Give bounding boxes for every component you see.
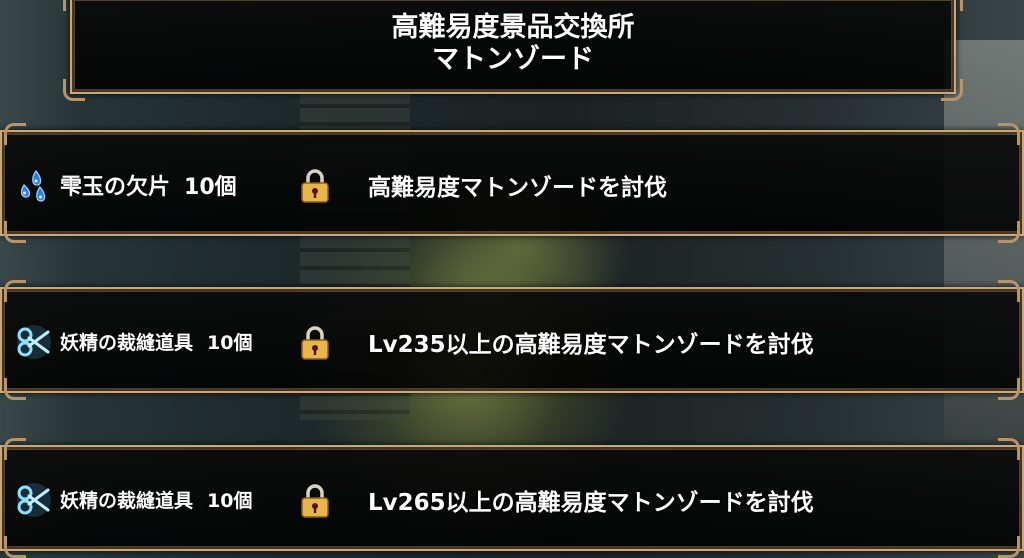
page-subtitle: マトンゾード	[432, 44, 594, 75]
reward-item-label: 妖精の裁縫道具	[60, 490, 194, 512]
reward-item-label: 妖精の裁縫道具	[60, 332, 194, 354]
reward-name: 妖精の裁縫道具 10個	[60, 328, 252, 355]
reward-count: 10個	[207, 490, 253, 512]
reward-count: 10個	[207, 332, 253, 354]
scissors-icon	[17, 325, 51, 359]
padlock-icon	[301, 484, 329, 518]
unlock-condition: Lv235以上の高難易度マトンゾードを討伐	[368, 332, 814, 358]
reward-name: 妖精の裁縫道具 10個	[60, 486, 252, 513]
reward-row-3[interactable]: 妖精の裁縫道具 10個 Lv265以上の高難易度マトンゾードを討伐	[0, 438, 1024, 558]
reward-row-2[interactable]: 妖精の裁縫道具 10個 Lv235以上の高難易度マトンゾードを討伐	[0, 280, 1024, 400]
reward-item-label: 雫玉の欠片	[60, 175, 171, 200]
reward-count: 10個	[184, 175, 237, 200]
title-panel: 高難易度景品交換所 マトンゾード	[63, 0, 963, 101]
scissors-icon	[17, 483, 51, 517]
unlock-condition: 高難易度マトンゾードを討伐	[368, 175, 667, 201]
padlock-icon	[301, 169, 329, 203]
reward-row-1[interactable]: 雫玉の欠片 10個 高難易度マトンゾードを討伐	[0, 123, 1024, 243]
page-title: 高難易度景品交換所	[391, 12, 635, 43]
unlock-condition: Lv265以上の高難易度マトンゾードを討伐	[368, 490, 814, 516]
teardrop-gem-icon	[20, 170, 46, 202]
reward-name: 雫玉の欠片 10個	[60, 169, 237, 201]
padlock-icon	[301, 326, 329, 360]
